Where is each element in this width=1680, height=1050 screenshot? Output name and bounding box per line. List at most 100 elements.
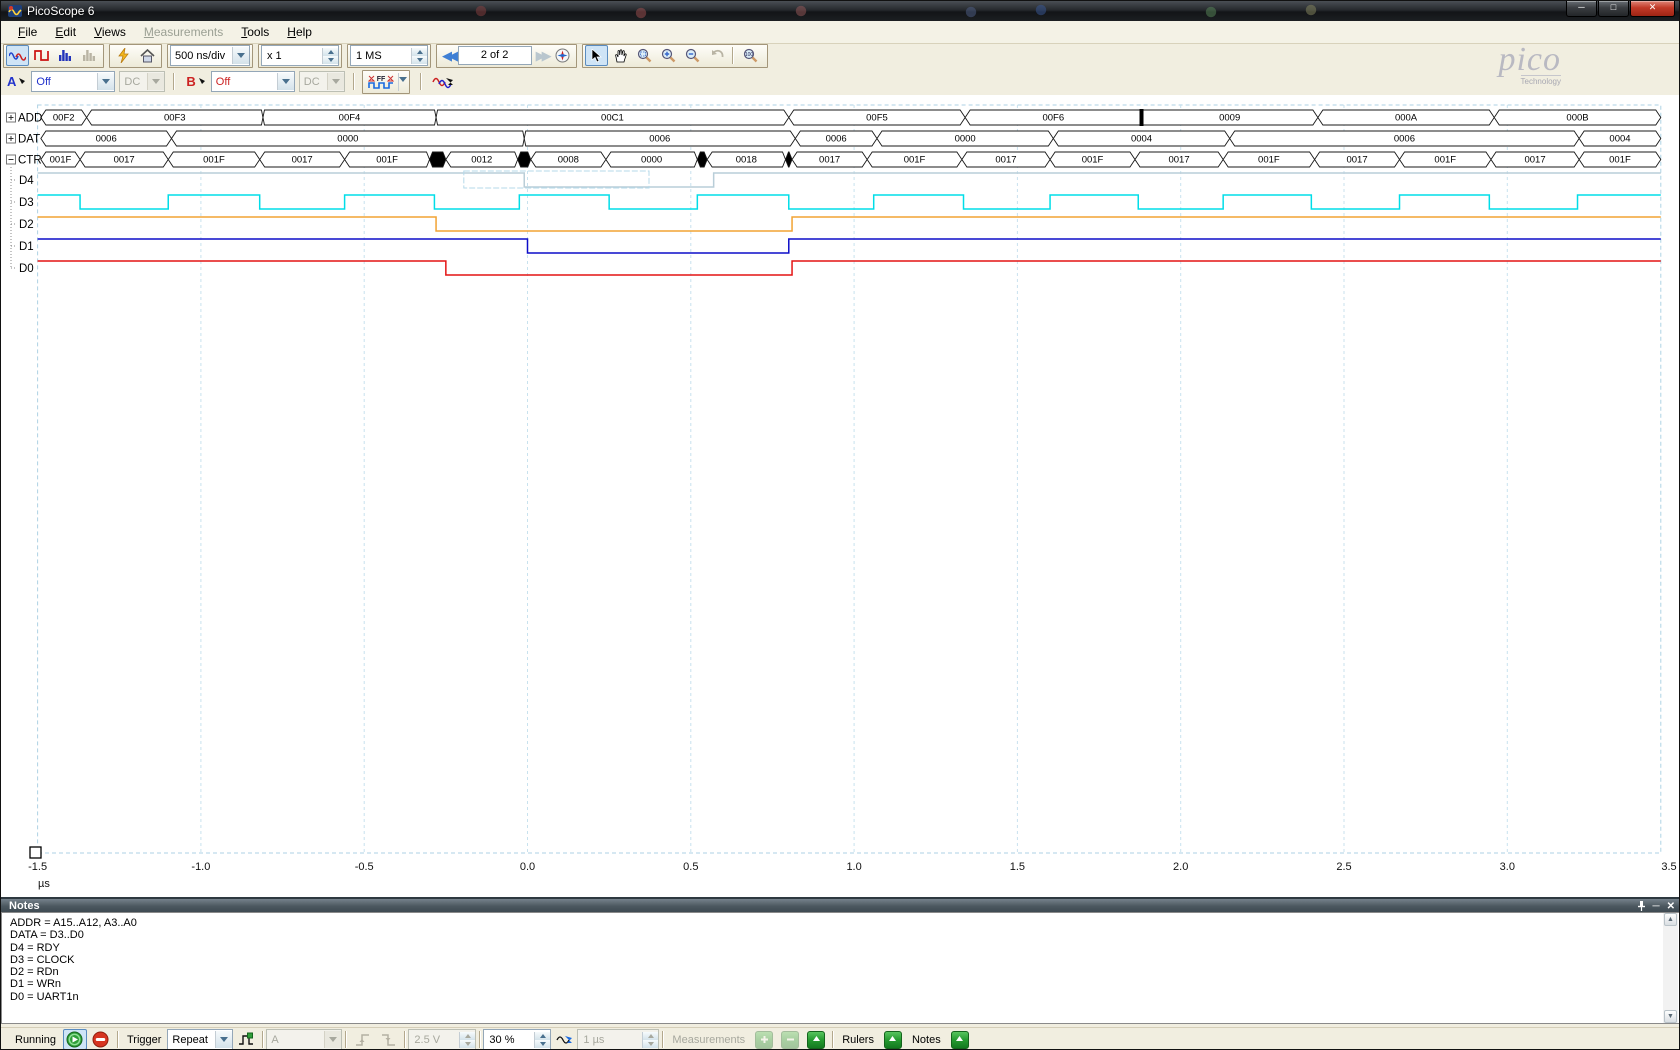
digital-trace: [38, 239, 1661, 253]
bus-glitch-segment: [786, 152, 793, 167]
digital-channel-label: D2: [19, 219, 34, 231]
notes-scrollbar[interactable]: ▲ ▼: [1663, 913, 1678, 1023]
digital-trace: [38, 217, 1661, 231]
square-wave-view-button[interactable]: [30, 45, 53, 66]
x-tick-label: 0.5: [683, 861, 698, 873]
scope-view-button[interactable]: [6, 45, 29, 66]
main-toolbar: 500 ns/div x 1 1 MS ◀◀ 2 of 2 ▶▶: [1, 43, 1680, 68]
spin-down-icon[interactable]: [323, 56, 338, 64]
cursor-arrow-icon: [591, 49, 602, 63]
timebase-select[interactable]: 500 ns/div: [170, 45, 250, 66]
bus-value: 001F: [1258, 155, 1280, 166]
zoom-factor-spinner[interactable]: x 1: [261, 45, 339, 66]
advanced-trigger-button[interactable]: [234, 1029, 258, 1050]
channel-b-coupling-value: DC: [300, 76, 327, 88]
bus-value: 00F3: [164, 113, 186, 124]
menu-edit[interactable]: Edit: [46, 22, 85, 42]
bus-value: 0017: [114, 155, 135, 166]
rising-edge-icon: [355, 1033, 370, 1047]
channel-b-probe-arrow-icon: [199, 78, 207, 86]
spin-down-icon[interactable]: [412, 56, 427, 64]
menu-file[interactable]: File: [9, 22, 46, 42]
histogram-disabled-icon: [82, 49, 97, 62]
buffer-page-indicator[interactable]: 2 of 2: [458, 46, 532, 65]
math-channels-button[interactable]: [429, 71, 457, 92]
device-setup-button[interactable]: [112, 45, 135, 66]
bus-glitch-segment: [697, 152, 707, 167]
timebase-value: 500 ns/div: [171, 50, 232, 62]
measurement-grid-toggle-button[interactable]: [807, 1031, 825, 1049]
buffer-navigator-button[interactable]: [551, 45, 574, 66]
zoom-out-tool-button[interactable]: [681, 45, 704, 66]
stop-capture-button[interactable]: [89, 1029, 113, 1050]
spin-up-icon[interactable]: [412, 48, 427, 56]
spin-down-icon[interactable]: [535, 1040, 550, 1048]
bus-glitch-segment: [430, 152, 446, 167]
waveform-view[interactable]: 00F200F300F400C100F500F60009000A000BADD0…: [1, 95, 1680, 897]
pretrigger-percent-spinner[interactable]: 30 %: [483, 1029, 551, 1050]
notes-toggle-button[interactable]: [951, 1031, 969, 1049]
trigger-mode-select[interactable]: Repeat: [167, 1029, 233, 1050]
channel-b-coupling-select-disabled: DC: [299, 71, 345, 92]
chevron-down-icon[interactable]: [398, 73, 407, 91]
arrow-up-icon: [812, 1035, 821, 1044]
bus-value: 0017: [292, 155, 313, 166]
scroll-down-icon[interactable]: ▼: [1664, 1010, 1677, 1023]
channel-b-range-select[interactable]: Off: [211, 71, 295, 92]
hand-pan-tool-button[interactable]: [609, 45, 632, 66]
scroll-up-icon[interactable]: ▲: [1664, 913, 1677, 926]
pretrigger-percent-value: 30 %: [484, 1034, 534, 1046]
digital-channels-button[interactable]: FF: [365, 71, 397, 92]
spin-up-icon[interactable]: [323, 48, 338, 56]
axis-drag-handle[interactable]: [30, 847, 41, 858]
spectrum-view-button[interactable]: [54, 45, 77, 66]
arrow-up-icon: [888, 1035, 897, 1044]
bus-value: 0006: [649, 134, 670, 145]
menu-tools[interactable]: Tools: [232, 22, 278, 42]
menu-views[interactable]: Views: [85, 22, 135, 42]
persistence-view-button-disabled: [78, 45, 101, 66]
maximize-button[interactable]: □: [1598, 1, 1629, 17]
bus-value: 0012: [471, 155, 492, 166]
zoom-in-tool-button[interactable]: [657, 45, 680, 66]
histogram-icon: [58, 49, 73, 62]
bus-value: 0017: [1168, 155, 1189, 166]
channel-a-probe-arrow-icon: [19, 78, 27, 86]
channel-a-range-select[interactable]: Off: [31, 71, 115, 92]
prev-buffer-button[interactable]: ◀◀: [439, 48, 457, 64]
close-button[interactable]: ✕: [1630, 1, 1675, 17]
notes-panel-header: Notes ─ ✕: [1, 897, 1679, 912]
x-tick-label: -0.5: [355, 861, 374, 873]
stop-icon: [92, 1031, 109, 1048]
hand-icon: [614, 49, 628, 63]
bus-value: 0006: [1394, 134, 1415, 145]
start-capture-button[interactable]: [63, 1029, 87, 1050]
channel-b-label: B: [186, 74, 195, 89]
normal-select-tool-button[interactable]: [585, 45, 608, 66]
x-tick-label: 1.0: [846, 861, 861, 873]
home-button[interactable]: [136, 45, 159, 66]
x-axis-unit-label: µs: [38, 878, 50, 890]
trigger-source-select-disabled: A: [266, 1029, 342, 1050]
digital-channel-label: D0: [19, 263, 34, 275]
note-line: D4 = RDY: [2, 942, 1680, 954]
spin-up-icon[interactable]: [535, 1032, 550, 1040]
sample-count-spinner[interactable]: 1 MS: [350, 45, 428, 66]
lightning-icon: [117, 48, 130, 63]
channel-b-range-value: Off: [212, 76, 277, 88]
menu-help[interactable]: Help: [278, 22, 321, 42]
minimize-button[interactable]: ─: [1566, 1, 1597, 17]
bus-CTRL: 001F0017001F0017001F00120008000000180017…: [7, 152, 1661, 167]
zoom-100-button[interactable]: 100: [737, 45, 765, 66]
chevron-down-icon: [277, 73, 294, 90]
rulers-toggle-button[interactable]: [884, 1031, 902, 1049]
falling-edge-icon: [381, 1033, 396, 1047]
pin-icon[interactable]: [1637, 900, 1646, 911]
digital-trace: [38, 173, 1661, 187]
remove-measurement-button-disabled: [781, 1031, 799, 1049]
window-zoom-tool-button[interactable]: [633, 45, 656, 66]
pretrigger-time-button[interactable]: [552, 1029, 576, 1050]
notes-text-area[interactable]: ADDR = A15..A12, A3..A0 DATA = D3..D0 D4…: [1, 912, 1680, 1024]
digital-channel-D4: D4: [11, 173, 1661, 187]
note-line: D3 = CLOCK: [2, 954, 1680, 966]
